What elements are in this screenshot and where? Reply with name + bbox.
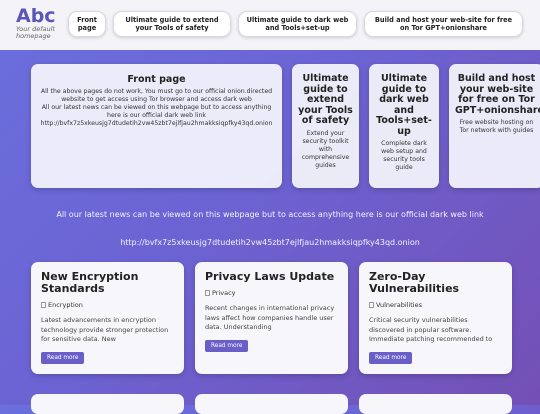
card-text: All the above pages do not work, You mus… [40, 88, 273, 127]
news-image: Privacy [205, 289, 338, 297]
broken-image-icon [205, 290, 210, 296]
read-more-button[interactable]: Read more [205, 340, 249, 352]
nav-front-page[interactable]: Front page [68, 11, 106, 37]
news-title: Zero-Day Vulnerabilities [369, 270, 460, 295]
image-alt-text: Privacy [212, 289, 236, 297]
card-title: Build and host your web-site for free on… [455, 73, 540, 116]
broken-image-icon [369, 302, 374, 308]
news-image: Encryption [41, 301, 174, 309]
image-alt-text: Encryption [48, 301, 83, 309]
news-text: Recent changes in international privacy … [205, 304, 335, 331]
read-more-button[interactable]: Read more [41, 352, 85, 364]
news-card-partial [195, 394, 348, 414]
onion-link[interactable]: http://bvfx7z5xkeusjg7dtudetih2vw45zbt7e… [0, 238, 540, 247]
site-logo[interactable]: Abc Your default homepage [16, 6, 76, 40]
build-host-card[interactable]: Build and host your web-site for free on… [449, 64, 540, 188]
news-card-partial [31, 394, 184, 414]
nav-label: Ultimate guide to dark web and Tools+set… [246, 16, 349, 32]
card-title: Ultimate guide to dark web and Tools+set… [376, 73, 432, 137]
top-header: Abc Your default homepage Front page Ult… [0, 0, 540, 50]
news-card-partial [359, 394, 512, 414]
nav-label: Build and host your web-site for free on… [374, 16, 513, 32]
nav-label: Front page [77, 16, 97, 32]
card-text: Free website hosting on Tor network with… [459, 119, 534, 134]
news-title: New Encryption Standards [41, 270, 139, 295]
card-title: Front page [127, 74, 186, 85]
read-more-button[interactable]: Read more [369, 352, 413, 364]
logo-title: Abc [16, 5, 56, 27]
nav-tools-safety[interactable]: Ultimate guide to extend your Tools of s… [113, 11, 231, 37]
news-card: New Encryption Standards Encryption Late… [31, 262, 184, 374]
news-text: Critical security vulnerabilities discov… [369, 316, 493, 343]
card-title: Ultimate guide to extend your Tools of s… [298, 73, 353, 126]
dark-web-guide-card[interactable]: Ultimate guide to dark web and Tools+set… [369, 64, 439, 188]
news-title: Privacy Laws Update [205, 270, 335, 283]
nav-build-host[interactable]: Build and host your web-site for free on… [364, 11, 523, 37]
nav-dark-web-guide[interactable]: Ultimate guide to dark web and Tools+set… [238, 11, 357, 37]
card-text: Complete dark web setup and security too… [381, 140, 427, 171]
broken-image-icon [41, 302, 46, 308]
card-text: Extend your security toolkit with compre… [301, 129, 350, 169]
news-image: Vulnerabilities [369, 301, 502, 309]
logo-tagline: Your default homepage [16, 25, 55, 40]
nav-label: Ultimate guide to extend your Tools of s… [125, 16, 219, 32]
tools-safety-card[interactable]: Ultimate guide to extend your Tools of s… [292, 64, 359, 188]
news-card: Privacy Laws Update Privacy Recent chang… [195, 262, 348, 374]
front-page-card: Front page All the above pages do not wo… [31, 64, 282, 188]
image-alt-text: Vulnerabilities [376, 301, 422, 309]
news-notice: All our latest news can be viewed on thi… [56, 210, 484, 219]
news-text: Latest advancements in encryption techno… [41, 316, 169, 343]
news-card: Zero-Day Vulnerabilities Vulnerabilities… [359, 262, 512, 374]
